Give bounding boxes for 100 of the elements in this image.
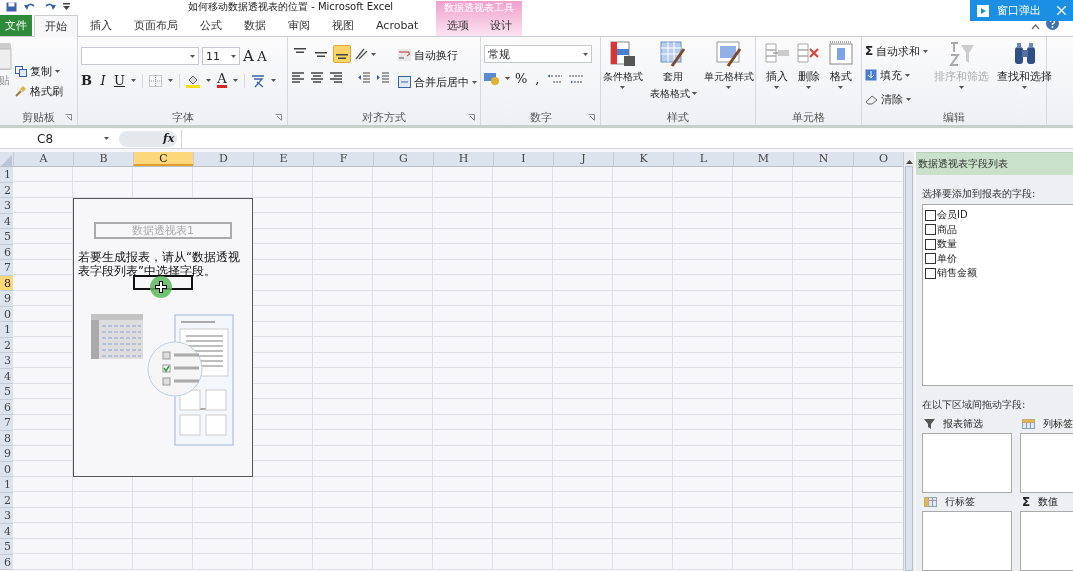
- number-format-field[interactable]: 常规: [484, 45, 592, 63]
- column-header[interactable]: N: [793, 152, 853, 166]
- row-header[interactable]: 3: [0, 353, 13, 369]
- ribbon-tab[interactable]: 开始: [34, 15, 78, 37]
- column-header[interactable]: K: [613, 152, 673, 166]
- horizontal-align-icon[interactable]: [310, 72, 324, 84]
- field-name[interactable]: 销售金额: [937, 266, 977, 281]
- row-header[interactable]: 5: [0, 539, 13, 555]
- vertical-scrollbar[interactable]: [903, 152, 914, 571]
- cells-button[interactable]: 格式: [825, 37, 856, 89]
- comma-style-button[interactable]: ,: [532, 71, 543, 86]
- field-name[interactable]: 商品: [937, 222, 957, 237]
- dialog-launcher-icon[interactable]: [588, 113, 595, 121]
- ribbon-tab[interactable]: 页面布局: [124, 15, 188, 36]
- field-checkbox[interactable]: [925, 224, 936, 236]
- field-checkbox[interactable]: [925, 267, 936, 279]
- vertical-align-button[interactable]: [333, 45, 351, 63]
- dialog-launcher-icon[interactable]: [65, 113, 72, 121]
- scroll-thumb[interactable]: [905, 166, 913, 571]
- row-header[interactable]: 1: [0, 477, 13, 493]
- field-name[interactable]: 会员ID: [937, 208, 968, 223]
- currency-icon[interactable]: [484, 72, 500, 85]
- font-color-button[interactable]: A: [216, 73, 227, 88]
- column-header[interactable]: E: [253, 152, 313, 166]
- row-header[interactable]: 5: [0, 229, 13, 245]
- clear-button[interactable]: 清除: [865, 89, 911, 109]
- undo-icon[interactable]: [23, 2, 37, 12]
- column-header[interactable]: D: [193, 152, 253, 166]
- decrease-indent-icon[interactable]: [357, 72, 371, 84]
- phonetic-guide-icon[interactable]: [250, 73, 265, 88]
- column-header[interactable]: A: [13, 152, 73, 166]
- horizontal-align-icon[interactable]: [291, 72, 305, 84]
- format-painter-button[interactable]: 格式刷: [15, 81, 63, 101]
- close-icon[interactable]: [1057, 6, 1066, 15]
- copy-button[interactable]: 复制: [15, 61, 60, 81]
- column-header[interactable]: J: [553, 152, 613, 166]
- ribbon-tab[interactable]: Acrobat: [366, 15, 429, 36]
- field-checkbox[interactable]: [925, 209, 936, 221]
- row-header[interactable]: 7: [0, 260, 13, 276]
- insert-function-button[interactable]: fx: [163, 132, 175, 145]
- underline-button[interactable]: U: [114, 73, 125, 88]
- column-header[interactable]: C: [133, 152, 193, 166]
- row-header[interactable]: 3: [0, 198, 13, 214]
- dialog-launcher-icon[interactable]: [275, 113, 282, 121]
- merge-center-button[interactable]: 合并后居中: [398, 72, 477, 92]
- field-name[interactable]: 数量: [937, 237, 957, 252]
- style-button[interactable]: 条件格式: [600, 37, 645, 89]
- column-header[interactable]: L: [673, 152, 733, 166]
- customize-toolbar-icon[interactable]: [63, 3, 70, 11]
- field-checkbox[interactable]: [925, 238, 936, 250]
- grow-font-button[interactable]: A: [243, 47, 254, 65]
- row-header[interactable]: 3: [0, 508, 13, 524]
- cells-button[interactable]: 插入: [761, 37, 792, 89]
- column-header[interactable]: G: [373, 152, 433, 166]
- dialog-launcher-icon[interactable]: [468, 113, 475, 121]
- borders-icon[interactable]: [148, 74, 162, 87]
- row-header[interactable]: 1: [0, 322, 13, 338]
- increase-indent-icon[interactable]: [376, 72, 390, 84]
- collapse-ribbon-icon[interactable]: [1031, 24, 1040, 30]
- find-select-button[interactable]: 查找和选择: [995, 37, 1055, 89]
- cells-button[interactable]: 删除: [793, 37, 824, 89]
- row-header[interactable]: 9: [0, 446, 13, 462]
- save-icon[interactable]: [6, 2, 17, 12]
- ribbon-tab[interactable]: 公式: [190, 15, 232, 36]
- column-header[interactable]: F: [313, 152, 373, 166]
- row-header[interactable]: 5: [0, 384, 13, 400]
- fill-button[interactable]: 填充: [865, 65, 910, 85]
- shrink-font-button[interactable]: A: [256, 48, 267, 64]
- file-tab[interactable]: 文件: [0, 15, 32, 36]
- row-header[interactable]: 9: [0, 291, 13, 307]
- style-button[interactable]: 单元格样式: [701, 37, 756, 89]
- wrap-text-button[interactable]: 自动换行: [398, 45, 458, 65]
- ribbon-tab[interactable]: 插入: [80, 15, 122, 36]
- ribbon-tab[interactable]: 视图: [322, 15, 364, 36]
- name-box[interactable]: C8: [0, 129, 115, 148]
- text-orientation-icon[interactable]: [354, 47, 376, 61]
- redo-icon[interactable]: [43, 2, 57, 12]
- column-header[interactable]: I: [493, 152, 553, 166]
- fill-color-icon[interactable]: [185, 73, 200, 88]
- decrease-decimal-icon[interactable]: [568, 72, 585, 85]
- horizontal-align-icon[interactable]: [329, 72, 343, 84]
- font-size-field[interactable]: 11: [202, 47, 240, 65]
- percent-button[interactable]: %: [515, 71, 528, 86]
- italic-button[interactable]: I: [98, 73, 108, 88]
- column-header[interactable]: M: [733, 152, 793, 166]
- field-name[interactable]: 单价: [937, 251, 957, 266]
- row-header[interactable]: 7: [0, 415, 13, 431]
- ribbon-tab[interactable]: 设计: [483, 15, 518, 36]
- font-name-field[interactable]: [81, 47, 199, 65]
- autosum-button[interactable]: Σ 自动求和: [865, 41, 929, 61]
- column-header[interactable]: H: [433, 152, 493, 166]
- ribbon-tab[interactable]: 选项: [440, 15, 475, 36]
- ribbon-tab[interactable]: 数据: [234, 15, 276, 36]
- style-button[interactable]: 套用 表格格式: [647, 37, 699, 101]
- scroll-up-icon[interactable]: [905, 160, 913, 164]
- increase-decimal-icon[interactable]: [547, 72, 564, 85]
- bold-button[interactable]: B: [81, 73, 92, 88]
- ribbon-tab[interactable]: 审阅: [278, 15, 320, 36]
- row-header[interactable]: 1: [0, 167, 13, 183]
- field-checkbox[interactable]: [925, 253, 936, 265]
